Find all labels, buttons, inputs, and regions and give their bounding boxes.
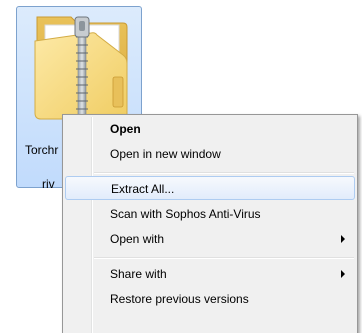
menu-item-open[interactable]: Open (65, 117, 355, 141)
menu-item-scan-sophos[interactable]: Scan with Sophos Anti-Virus (65, 202, 355, 226)
menu-item-restore-previous-versions[interactable]: Restore previous versions (65, 287, 355, 311)
menu-item-label: Open in new window (110, 147, 221, 161)
menu-item-label: Scan with Sophos Anti-Virus (110, 207, 261, 221)
menu-item-share-with[interactable]: Share with (65, 262, 355, 286)
menu-item-label: Restore previous versions (110, 292, 249, 306)
menu-item-label: Share with (110, 267, 167, 281)
zipped-folder-icon (34, 16, 128, 120)
context-menu: Open Open in new window Extract All... S… (62, 114, 358, 333)
menu-item-extract-all[interactable]: Extract All... (65, 176, 355, 200)
menu-item-label: Extract All... (111, 182, 175, 196)
explorer-view: Torchr riv Open Open in new window Extra… (0, 0, 362, 333)
menu-separator (94, 257, 354, 259)
menu-item-open-with[interactable]: Open with (65, 227, 355, 251)
submenu-arrow-icon (341, 270, 345, 278)
menu-item-label: Open with (110, 232, 165, 246)
menu-separator (94, 172, 354, 174)
menu-item-label: Open (110, 122, 141, 136)
submenu-arrow-icon (341, 235, 345, 243)
menu-item-open-in-new-window[interactable]: Open in new window (65, 142, 355, 166)
